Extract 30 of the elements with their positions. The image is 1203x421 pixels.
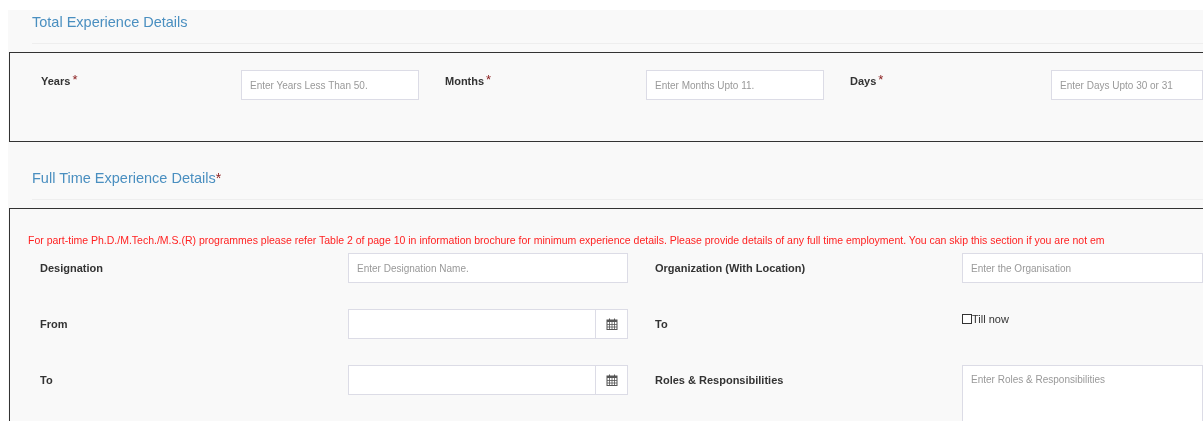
field-label: Organization (With Location)	[655, 262, 806, 274]
required-asterisk: *	[486, 75, 492, 85]
field-label: Days	[850, 75, 877, 87]
section-title: Full Time Experience Details	[32, 170, 216, 186]
field-label: Roles & Responsibilities	[655, 374, 784, 386]
field-label: Years	[41, 75, 71, 87]
required-asterisk: *	[215, 170, 222, 186]
date-field[interactable]	[348, 309, 596, 339]
calendar-button[interactable]	[596, 365, 628, 395]
date-field[interactable]	[348, 365, 596, 395]
info-note: For part-time Ph.D./M.Tech./M.S.(R) programmes please refer Table 2 of page 10 in information brochure for minimum experience details. Please provide details of any full time employment. You can skip this section if you are not em	[28, 234, 1106, 246]
calendar-icon	[605, 374, 618, 386]
input-field[interactable]: Enter Years Less Than 50.	[241, 70, 419, 100]
checkbox-label: Till now	[972, 313, 1009, 325]
calendar-icon	[605, 318, 618, 330]
calendar-button[interactable]	[596, 309, 628, 339]
field-label: Designation	[40, 262, 103, 274]
section-title: Total Experience Details	[32, 14, 188, 30]
required-asterisk: *	[72, 75, 78, 85]
input-field[interactable]: Enter the Organisation	[962, 253, 1203, 283]
checkbox[interactable]	[962, 314, 972, 324]
required-asterisk: *	[878, 75, 884, 85]
input-field[interactable]: Enter Months Upto 11.	[646, 70, 824, 100]
input-field[interactable]: Enter Days Upto 30 or 31	[1051, 70, 1203, 100]
input-field[interactable]: Enter Designation Name.	[348, 253, 628, 283]
text-area[interactable]: Enter Roles & Responsibilities	[962, 365, 1203, 421]
field-label: To	[655, 318, 668, 330]
field-label: From	[40, 318, 68, 330]
field-label: Months	[445, 75, 485, 87]
field-label: To	[40, 374, 53, 386]
